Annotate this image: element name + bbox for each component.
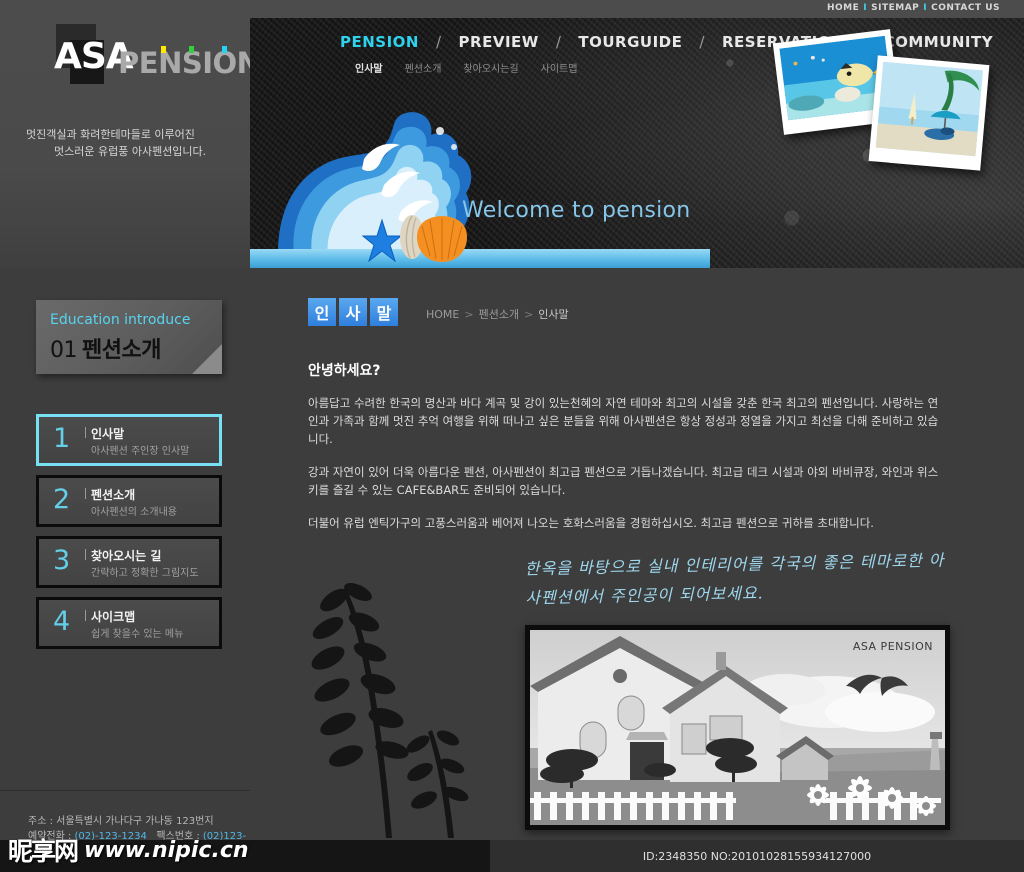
sidebar-item-number: 3 xyxy=(53,545,71,576)
sidebar-item-directions[interactable]: 3 찾아오시는 길 간략하고 정확한 그림지도 xyxy=(36,536,222,588)
utility-link-contact-us[interactable]: CONTACT US xyxy=(931,3,1000,13)
nav-item-preview[interactable]: PREVIEW xyxy=(459,33,539,51)
sidebar-item-intro[interactable]: 2 펜션소개 아사펜션의 소개내용 xyxy=(36,475,222,527)
utility-links: HOME I SITEMAP I CONTACT US xyxy=(827,3,1000,13)
page-title: 인 사 말 xyxy=(308,298,398,326)
nav-item-pension[interactable]: PENSION xyxy=(340,33,419,51)
sidebar-section-number: 01 xyxy=(50,338,78,363)
utility-separator: I xyxy=(923,3,928,13)
sidebar-item-title: 펜션소개 xyxy=(91,488,136,502)
sidebar-item-number: 4 xyxy=(53,606,71,637)
subnav-item-sitemap[interactable]: 사이트맵 xyxy=(541,64,578,75)
shell-orange-icon xyxy=(417,216,467,262)
sidebar-item-divider xyxy=(85,610,86,621)
sub-navigation: 인사말 펜션소개 찾아오시는길 사이트맵 xyxy=(355,60,599,75)
sidebar-section-name: 펜션소개 xyxy=(82,338,161,363)
sidebar-item-title: 사이크맵 xyxy=(91,610,136,624)
tagline-line-2: 멋스러운 유럽풍 아사펜션입니다. xyxy=(54,145,207,158)
site-watermark: 昵享网 www.nipic.cn xyxy=(8,832,249,868)
sidebar-section-korean: 01 펜션소개 xyxy=(50,332,161,364)
nav-separator: / xyxy=(555,33,562,51)
main-content: 인 사 말 HOME > 펜션소개 > 인사말 안녕하세요? 아름답고 수려한 한국의 … xyxy=(250,268,1024,872)
subnav-item-intro[interactable]: 펜션소개 xyxy=(405,64,442,75)
article-paragraph-2: 강과 자연이 있어 더욱 아름다운 펜션, 아사펜션이 최고급 펜션으로 거듭나… xyxy=(308,465,939,497)
logo-dot-cyan xyxy=(222,46,227,53)
left-sidebar: Education introduce 01 펜션소개 1 인사말 아사펜션 주인… xyxy=(0,268,250,872)
id-status-text: ID:2348350 NO:20101028155934127000 xyxy=(642,849,872,863)
article-paragraph-3: 더불어 유럽 엔틱가구의 고풍스러움과 베어져 나오는 호화스러움을 경험하십시… xyxy=(308,516,874,530)
plant-silhouette-icon xyxy=(298,548,488,838)
page-title-char-1: 인 xyxy=(308,298,336,326)
sidebar-item-number: 1 xyxy=(53,423,71,454)
sidebar-item-title: 찾아오시는 길 xyxy=(91,549,162,563)
breadcrumb: HOME > 펜션소개 > 인사말 xyxy=(426,306,569,322)
sidebar-item-divider xyxy=(85,488,86,499)
handwritten-note: 한옥을 바탕으로 실내 인테리어를 각국의 좋은 테마로한 아사펜션에서 주인공… xyxy=(524,550,945,608)
site-logo[interactable]: ASA PENSION xyxy=(26,24,261,94)
sidebar-item-title: 인사말 xyxy=(91,427,125,441)
site-header: ASA PENSION 멋진객실과 화려한테마들로 이루어진 멋스러운 유럽풍 … xyxy=(0,18,1024,268)
watermark-url: www.nipic.cn xyxy=(84,837,249,863)
page-title-char-3: 말 xyxy=(370,298,398,326)
article-paragraph-1: 아름답고 수려한 한국의 명산과 바다 계곡 및 강이 있는천혜의 자연 테마와… xyxy=(308,396,939,446)
nav-item-tourguide[interactable]: TOURGUIDE xyxy=(578,33,682,51)
utility-bar: HOME I SITEMAP I CONTACT US xyxy=(0,0,1024,18)
footer-address: 주소 : 서울특별시 가나다구 가나동 123번지 xyxy=(28,816,214,827)
sidebar-item-divider xyxy=(85,427,86,438)
photo-watermark-label: ASA PENSION xyxy=(852,640,933,653)
sidebar-item-subtitle: 쉽게 찾을수 있는 메뉴 xyxy=(91,629,184,640)
sidebar-item-subtitle: 간략하고 정확한 그림지도 xyxy=(91,568,199,579)
collage-photo-beach xyxy=(868,55,990,171)
page-title-char-2: 사 xyxy=(339,298,367,326)
article-heading: 안녕하세요? xyxy=(308,363,381,379)
tagline-line-1: 멋진객실과 화려한테마들로 이루어진 xyxy=(26,128,195,141)
utility-link-sitemap[interactable]: SITEMAP xyxy=(871,3,919,13)
utility-link-home[interactable]: HOME xyxy=(827,3,859,13)
subnav-item-greeting[interactable]: 인사말 xyxy=(355,64,383,75)
header-tagline: 멋진객실과 화려한테마들로 이루어진 멋스러운 유럽풍 아사펜션입니다. xyxy=(26,126,246,160)
breadcrumb-separator: > xyxy=(524,308,534,321)
pension-photo: ASA PENSION xyxy=(525,625,950,830)
id-status-bar: ID:2348350 NO:20101028155934127000 xyxy=(490,840,1024,872)
sidebar-item-sitemap[interactable]: 4 사이크맵 쉽게 찾을수 있는 메뉴 xyxy=(36,597,222,649)
photo-collage xyxy=(772,28,1018,188)
logo-dot-yellow xyxy=(161,46,166,53)
watermark-cn-text: 昵享网 xyxy=(8,837,79,866)
sidebar-item-divider xyxy=(85,549,86,560)
hero-banner: PENSION/PREVIEW/TOURGUIDE/RESERVATION/CO… xyxy=(250,18,1024,268)
nav-separator: / xyxy=(699,33,705,51)
nav-separator: / xyxy=(435,33,442,51)
breadcrumb-home[interactable]: HOME xyxy=(426,308,459,321)
breadcrumb-current: 인사말 xyxy=(538,308,569,321)
sidebar-item-subtitle: 아사펜션의 소개내용 xyxy=(91,507,177,518)
utility-separator: I xyxy=(863,3,868,13)
breadcrumb-level2[interactable]: 펜션소개 xyxy=(479,308,519,321)
logo-dot-green xyxy=(189,46,194,53)
sidebar-item-subtitle: 아사펜션 주인장 인사말 xyxy=(91,446,190,457)
page-curl-icon xyxy=(192,344,222,374)
sidebar-item-greeting[interactable]: 1 인사말 아사펜션 주인장 인사말 xyxy=(36,414,222,466)
page-root: HOME I SITEMAP I CONTACT US ASA PENSION 멋진객실… xyxy=(0,0,1024,872)
sidebar-section-english: Education introduce xyxy=(50,312,191,328)
article-body: 안녕하세요? 아름답고 수려한 한국의 명산과 바다 계곡 및 강이 있는천혜의… xyxy=(308,360,948,547)
banner-welcome-text: Welcome to pension xyxy=(462,198,691,223)
page-header: 인 사 말 HOME > 펜션소개 > 인사말 xyxy=(308,298,569,326)
shore-bar xyxy=(250,249,710,268)
subnav-item-directions[interactable]: 찾아오시는길 xyxy=(463,64,518,75)
sidebar-section-header: Education introduce 01 펜션소개 xyxy=(36,300,222,374)
sidebar-menu: 1 인사말 아사펜션 주인장 인사말 2 펜션소개 아사펜션의 소개내용 3 찾… xyxy=(36,414,222,658)
breadcrumb-separator: > xyxy=(464,308,474,321)
sidebar-item-number: 2 xyxy=(53,484,71,515)
